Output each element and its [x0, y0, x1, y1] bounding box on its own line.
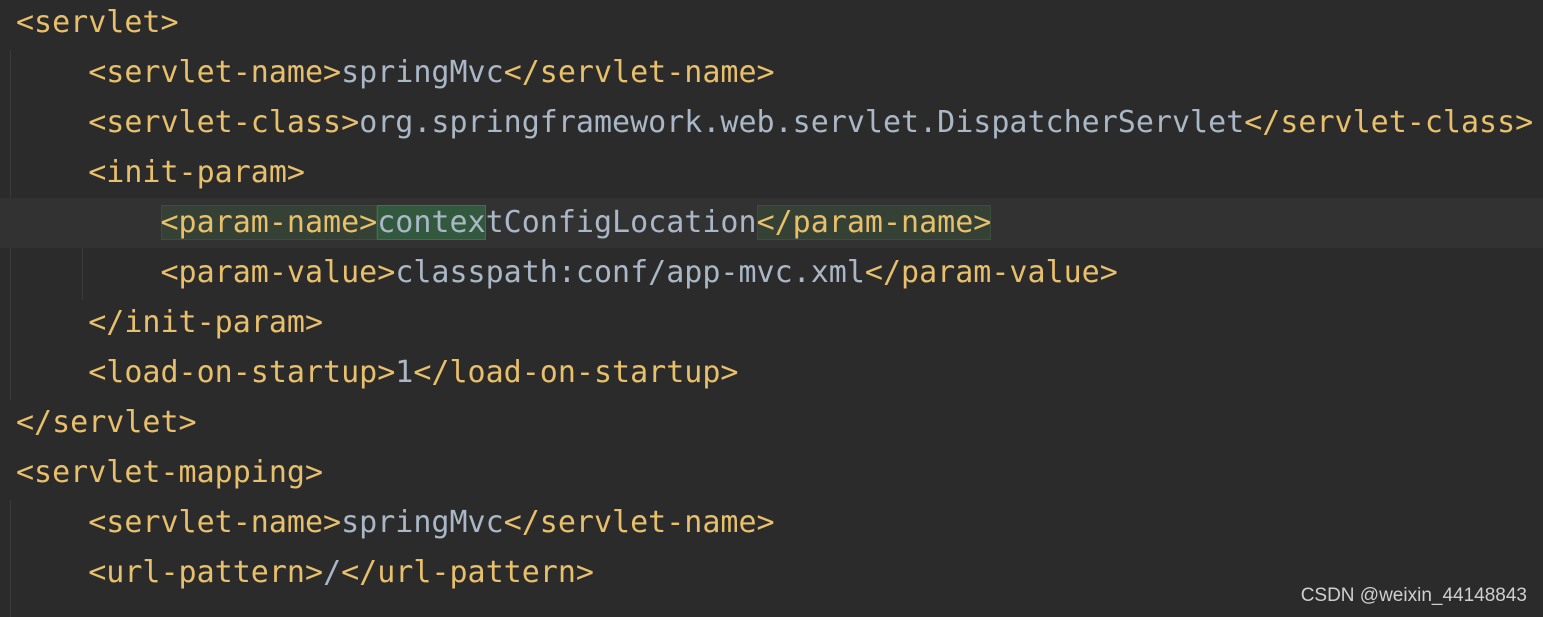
- code-line[interactable]: </init-param>: [0, 298, 1543, 348]
- tag-value-text: org.springframework.web.servlet.Dispatch…: [359, 105, 1245, 140]
- xml-tag: <servlet-name>: [88, 55, 342, 90]
- xml-tag: </servlet-name>: [503, 505, 775, 540]
- watermark: CSDN @weixin_44148843: [1300, 585, 1527, 606]
- xml-tag: <servlet-class>: [88, 105, 360, 140]
- xml-tag: </load-on-startup>: [413, 355, 739, 390]
- code-line[interactable]: </servlet>: [0, 398, 1543, 448]
- tag-value-text: classpath:conf/app-mvc.xml: [395, 255, 865, 290]
- code-line-current[interactable]: <param-name>contextConfigLocation</param…: [0, 198, 1543, 248]
- xml-tag: </param-name>: [756, 205, 992, 240]
- xml-tag: </url-pattern>: [341, 555, 594, 590]
- tag-value-text: tConfigLocation: [485, 205, 757, 240]
- xml-tag: <init-param>: [88, 155, 305, 190]
- tag-value-text: 1: [395, 355, 414, 390]
- code-line[interactable]: <servlet-name>springMvc</servlet-name>: [0, 498, 1543, 548]
- code-line[interactable]: <servlet>: [0, 0, 1543, 48]
- code-line[interactable]: <servlet-class>org.springframework.web.s…: [0, 98, 1543, 148]
- xml-tag: <servlet>: [16, 5, 179, 40]
- xml-tag: <param-value>: [160, 255, 396, 290]
- code-line[interactable]: <servlet-mapping>: [0, 448, 1543, 498]
- xml-tag: <param-name>: [160, 205, 378, 240]
- xml-tag: <servlet-name>: [88, 505, 342, 540]
- xml-tag: <load-on-startup>: [88, 355, 396, 390]
- xml-tag: </servlet-class>: [1244, 105, 1534, 140]
- code-line[interactable]: <servlet-name>springMvc</servlet-name>: [0, 48, 1543, 98]
- tag-value-text: springMvc: [341, 55, 504, 90]
- xml-tag: <url-pattern>: [88, 555, 324, 590]
- code-editor[interactable]: <servlet> <servlet-name>springMvc</servl…: [0, 0, 1543, 617]
- code-line[interactable]: <load-on-startup>1</load-on-startup>: [0, 348, 1543, 398]
- xml-tag: </param-value>: [864, 255, 1118, 290]
- xml-tag: </servlet-name>: [503, 55, 775, 90]
- code-line[interactable]: <init-param>: [0, 148, 1543, 198]
- xml-tag: </servlet>: [16, 405, 197, 440]
- tag-value-text: /: [323, 555, 342, 590]
- code-line[interactable]: <param-value>classpath:conf/app-mvc.xml<…: [0, 248, 1543, 298]
- xml-tag: </init-param>: [88, 305, 324, 340]
- tag-value-text: springMvc: [341, 505, 504, 540]
- xml-tag: <servlet-mapping>: [16, 455, 324, 490]
- tag-value-text: contex: [377, 205, 486, 240]
